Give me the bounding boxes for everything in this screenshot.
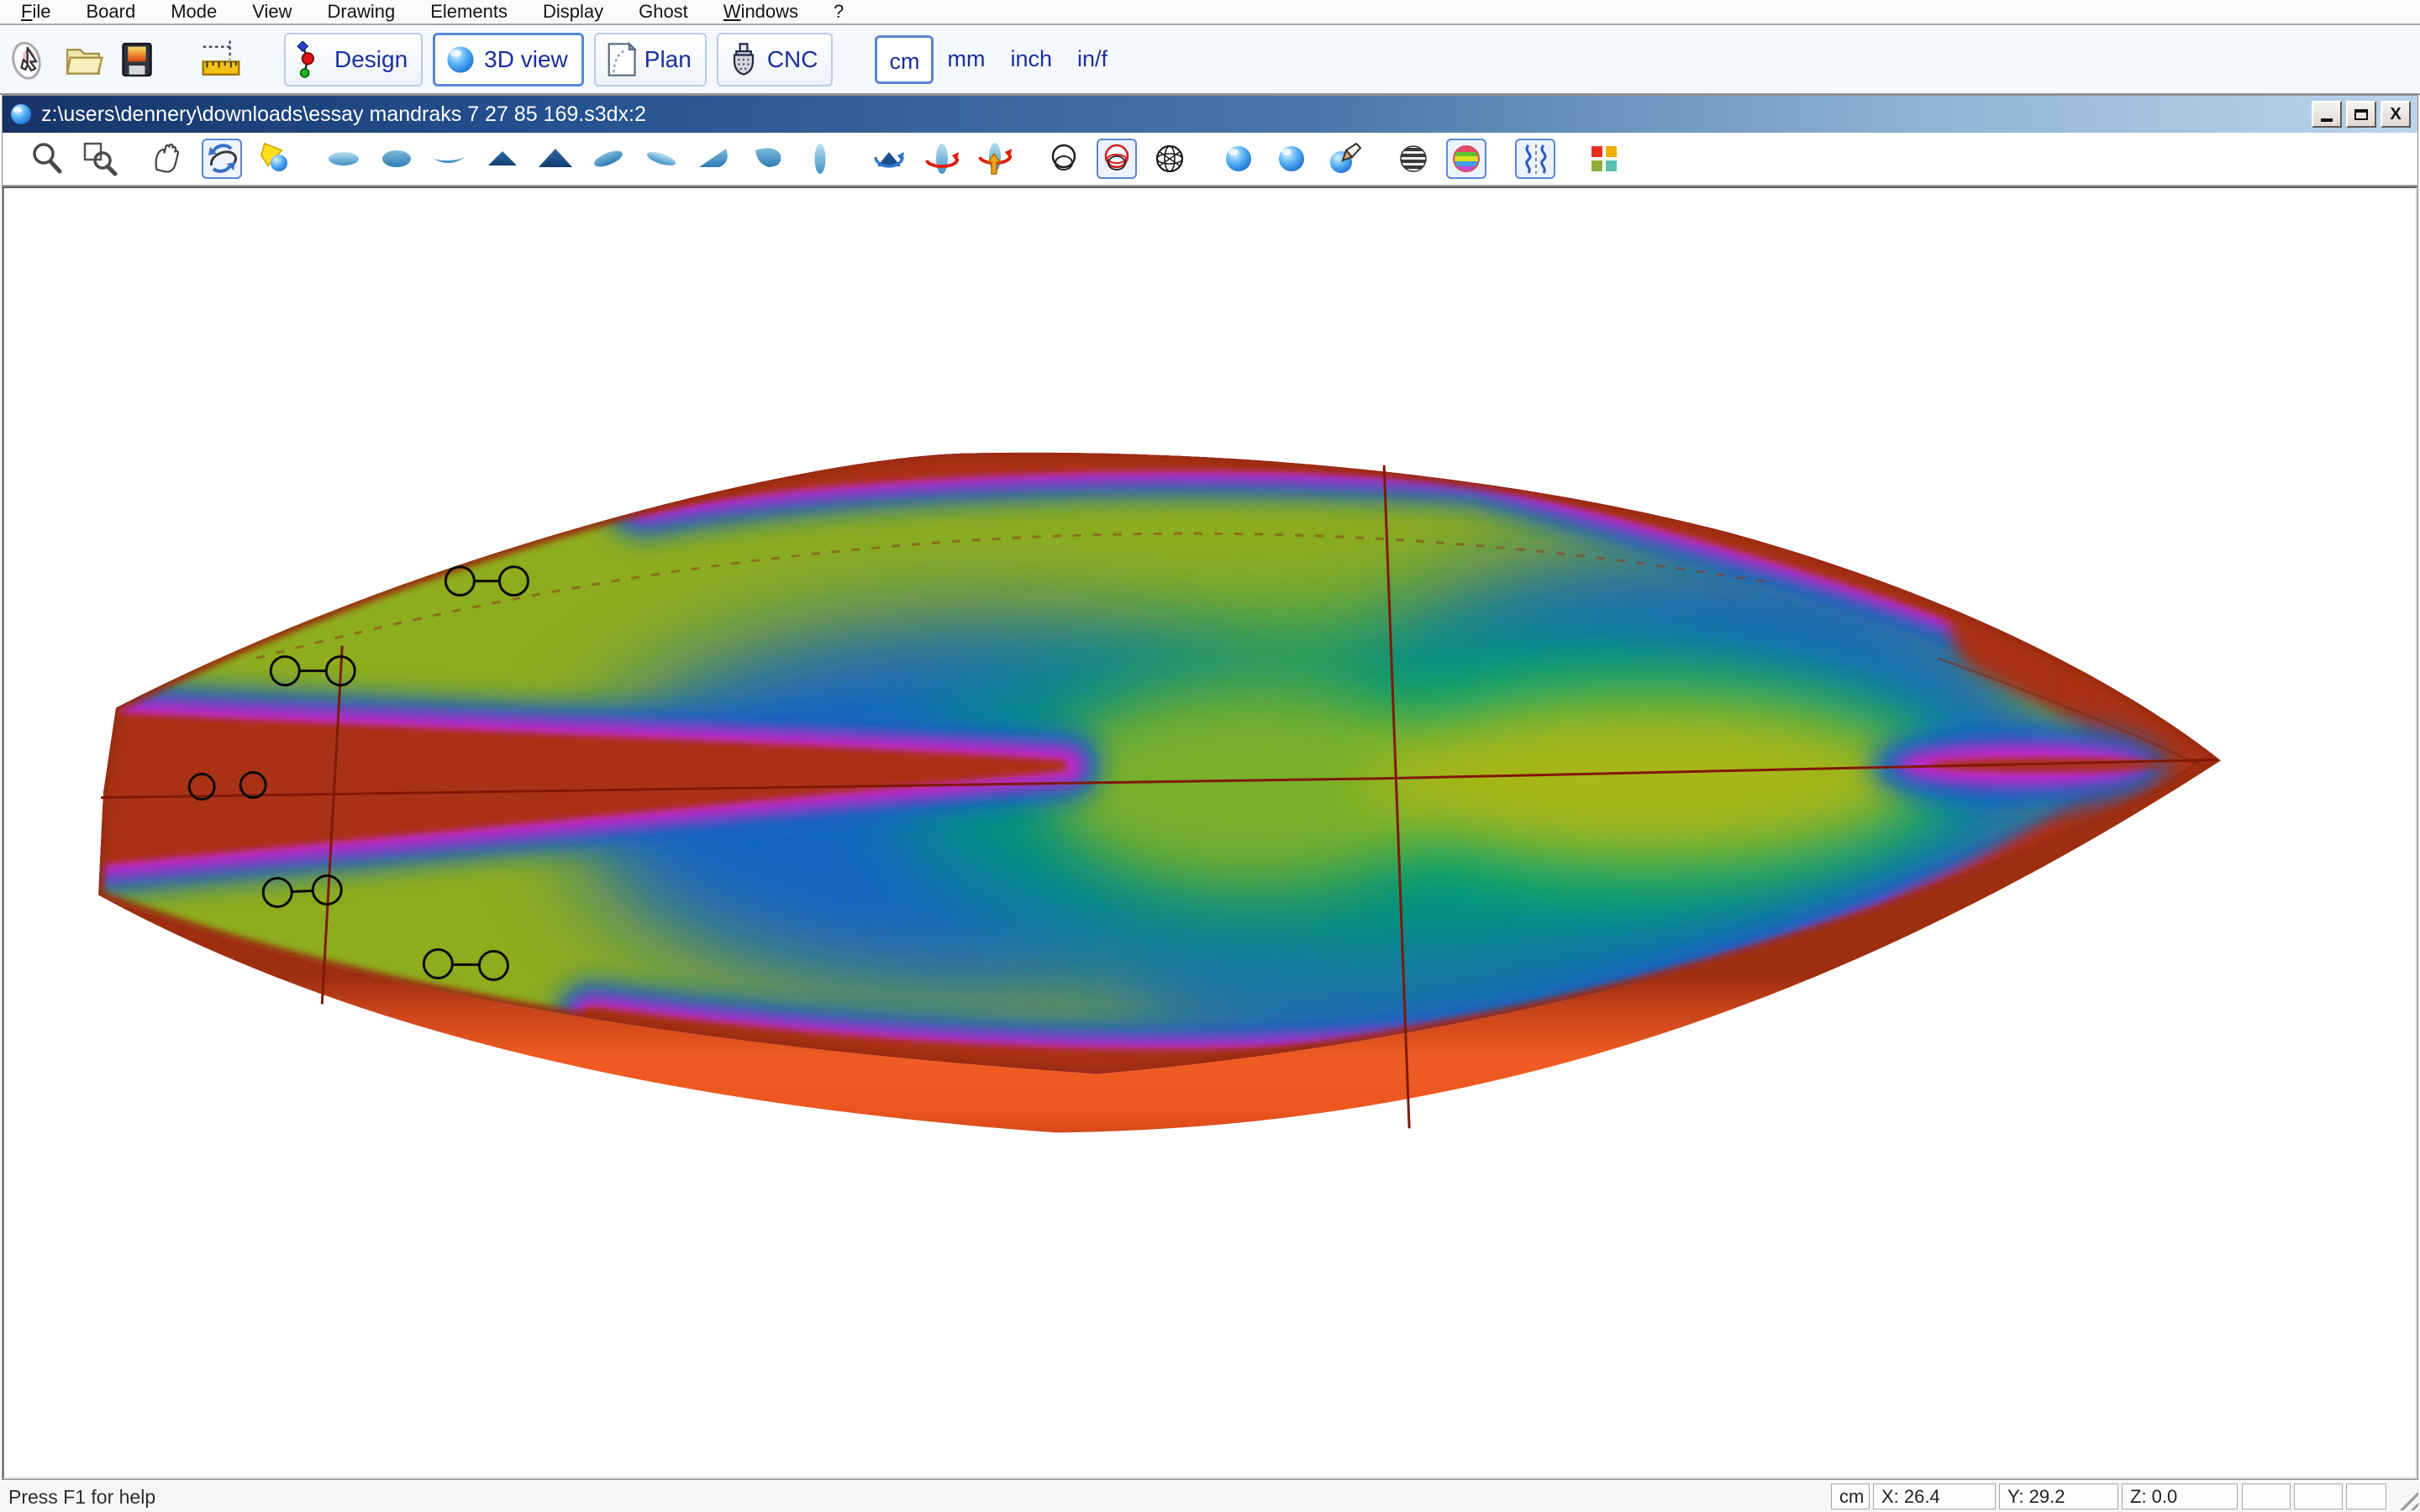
document-title: z:\users\dennery\downloads\essay mandrak… — [41, 102, 2307, 127]
rotate-3d-icon[interactable] — [202, 139, 242, 179]
cnc-bit-icon — [727, 41, 760, 78]
view-quarter-icon[interactable] — [694, 139, 734, 179]
board-3d-canvas[interactable] — [3, 186, 2417, 1479]
status-empty-cell — [2346, 1483, 2386, 1509]
unit-inf[interactable]: in/f — [1065, 35, 1119, 84]
minimize-button[interactable] — [2312, 101, 2342, 128]
view-tilt-left-icon[interactable] — [588, 139, 629, 179]
zebra-sphere-icon[interactable] — [1393, 139, 1434, 179]
color-panels-icon[interactable] — [1584, 139, 1624, 179]
menu-item-elements[interactable]: Elements — [413, 0, 525, 24]
menu-item-mode[interactable]: Mode — [153, 0, 234, 24]
document-window: z:\users\dennery\downloads\essay mandrak… — [2, 95, 2418, 1480]
view-tilt-right-icon[interactable] — [641, 139, 681, 179]
close-icon: X — [2390, 105, 2401, 124]
pan-hand-icon[interactable] — [149, 139, 189, 179]
unit-inch[interactable]: inch — [998, 35, 1064, 84]
wireframe-red-sphere-icon[interactable] — [1097, 139, 1137, 179]
light-icon[interactable] — [255, 139, 295, 179]
view-3d-button-label: 3D view — [484, 46, 568, 73]
select-board-icon[interactable] — [5, 35, 54, 84]
zoom-area-icon[interactable] — [80, 139, 120, 179]
view-toolbar — [3, 133, 2417, 186]
menu-bar: FileBoardModeViewDrawingElementsDisplayG… — [0, 0, 2420, 24]
zoom-icon[interactable] — [27, 139, 67, 179]
unit-selector: cm mm inch in/f — [875, 35, 1119, 84]
curvature-sphere-icon[interactable] — [1446, 139, 1486, 179]
view-3d-button[interactable]: 3D view — [433, 33, 584, 87]
status-x-coordinate: X: 26.4 — [1873, 1483, 1996, 1509]
view-rocker-icon[interactable] — [429, 139, 470, 179]
solid-sphere-icon[interactable] — [1218, 139, 1259, 179]
open-folder-icon[interactable] — [59, 35, 108, 84]
save-icon[interactable] — [113, 35, 161, 84]
surfboard-curvature-view — [4, 188, 2416, 1478]
status-z-coordinate: Z: 0.0 — [2122, 1483, 2238, 1509]
wireframe-sphere-icon[interactable] — [1044, 139, 1084, 179]
status-bar: Press F1 for help cm X: 26.4 Y: 29.2 Z: … — [0, 1482, 2420, 1512]
status-empty-cell — [2242, 1483, 2291, 1509]
view-outline-icon[interactable] — [800, 139, 840, 179]
unit-mm[interactable]: mm — [935, 35, 997, 84]
spin-vertical-icon[interactable] — [975, 139, 1015, 179]
view-top-icon[interactable] — [324, 139, 364, 179]
close-button[interactable]: X — [2381, 101, 2411, 128]
plan-button[interactable]: Plan — [594, 33, 707, 87]
maximize-button[interactable] — [2346, 101, 2376, 128]
menu-item-board[interactable]: Board — [68, 0, 153, 24]
menu-item-windows[interactable]: Windows — [706, 0, 816, 24]
design-button-label: Design — [334, 46, 408, 73]
main-toolbar: Design 3D view Plan CNC cm — [0, 24, 2420, 95]
minimize-icon — [2321, 118, 2333, 122]
cnc-button-label: CNC — [767, 46, 818, 73]
resize-grip[interactable] — [2395, 1487, 2418, 1510]
flexion-icon[interactable] — [1515, 139, 1555, 179]
status-y-coordinate: Y: 29.2 — [1999, 1483, 2118, 1509]
rotate-section-icon[interactable] — [869, 139, 909, 179]
solid-sphere-2-icon[interactable] — [1271, 139, 1312, 179]
spin-horizontal-icon[interactable] — [922, 139, 962, 179]
maximize-icon — [2354, 109, 2368, 120]
design-nodes-icon — [294, 41, 328, 78]
plan-button-label: Plan — [644, 46, 692, 73]
sphere-3d-icon — [444, 43, 477, 76]
plan-sheet-icon — [604, 41, 638, 78]
design-button[interactable]: Design — [284, 33, 423, 87]
menu-item-file[interactable]: File — [3, 0, 68, 24]
measure-icon[interactable] — [197, 35, 245, 84]
mesh-sphere-icon[interactable] — [1150, 139, 1190, 179]
menu-item-display[interactable]: Display — [525, 0, 621, 24]
unit-cm[interactable]: cm — [875, 35, 934, 84]
menu-item-[interactable]: ? — [816, 0, 861, 24]
document-icon — [9, 102, 33, 126]
view-quarter-2-icon[interactable] — [747, 139, 787, 179]
document-titlebar[interactable]: z:\users\dennery\downloads\essay mandrak… — [3, 96, 2417, 133]
sphere-pencil-icon[interactable] — [1324, 139, 1365, 179]
menu-item-drawing[interactable]: Drawing — [310, 0, 413, 24]
menu-item-ghost[interactable]: Ghost — [621, 0, 706, 24]
menu-item-view[interactable]: View — [234, 0, 309, 24]
status-unit: cm — [1831, 1483, 1870, 1509]
view-nose-icon[interactable] — [482, 139, 523, 179]
status-help-text: Press F1 for help — [8, 1486, 155, 1509]
cnc-button[interactable]: CNC — [717, 33, 834, 87]
view-tail-icon[interactable] — [535, 139, 576, 179]
view-deck-icon[interactable] — [376, 139, 417, 179]
status-empty-cell — [2294, 1483, 2343, 1509]
